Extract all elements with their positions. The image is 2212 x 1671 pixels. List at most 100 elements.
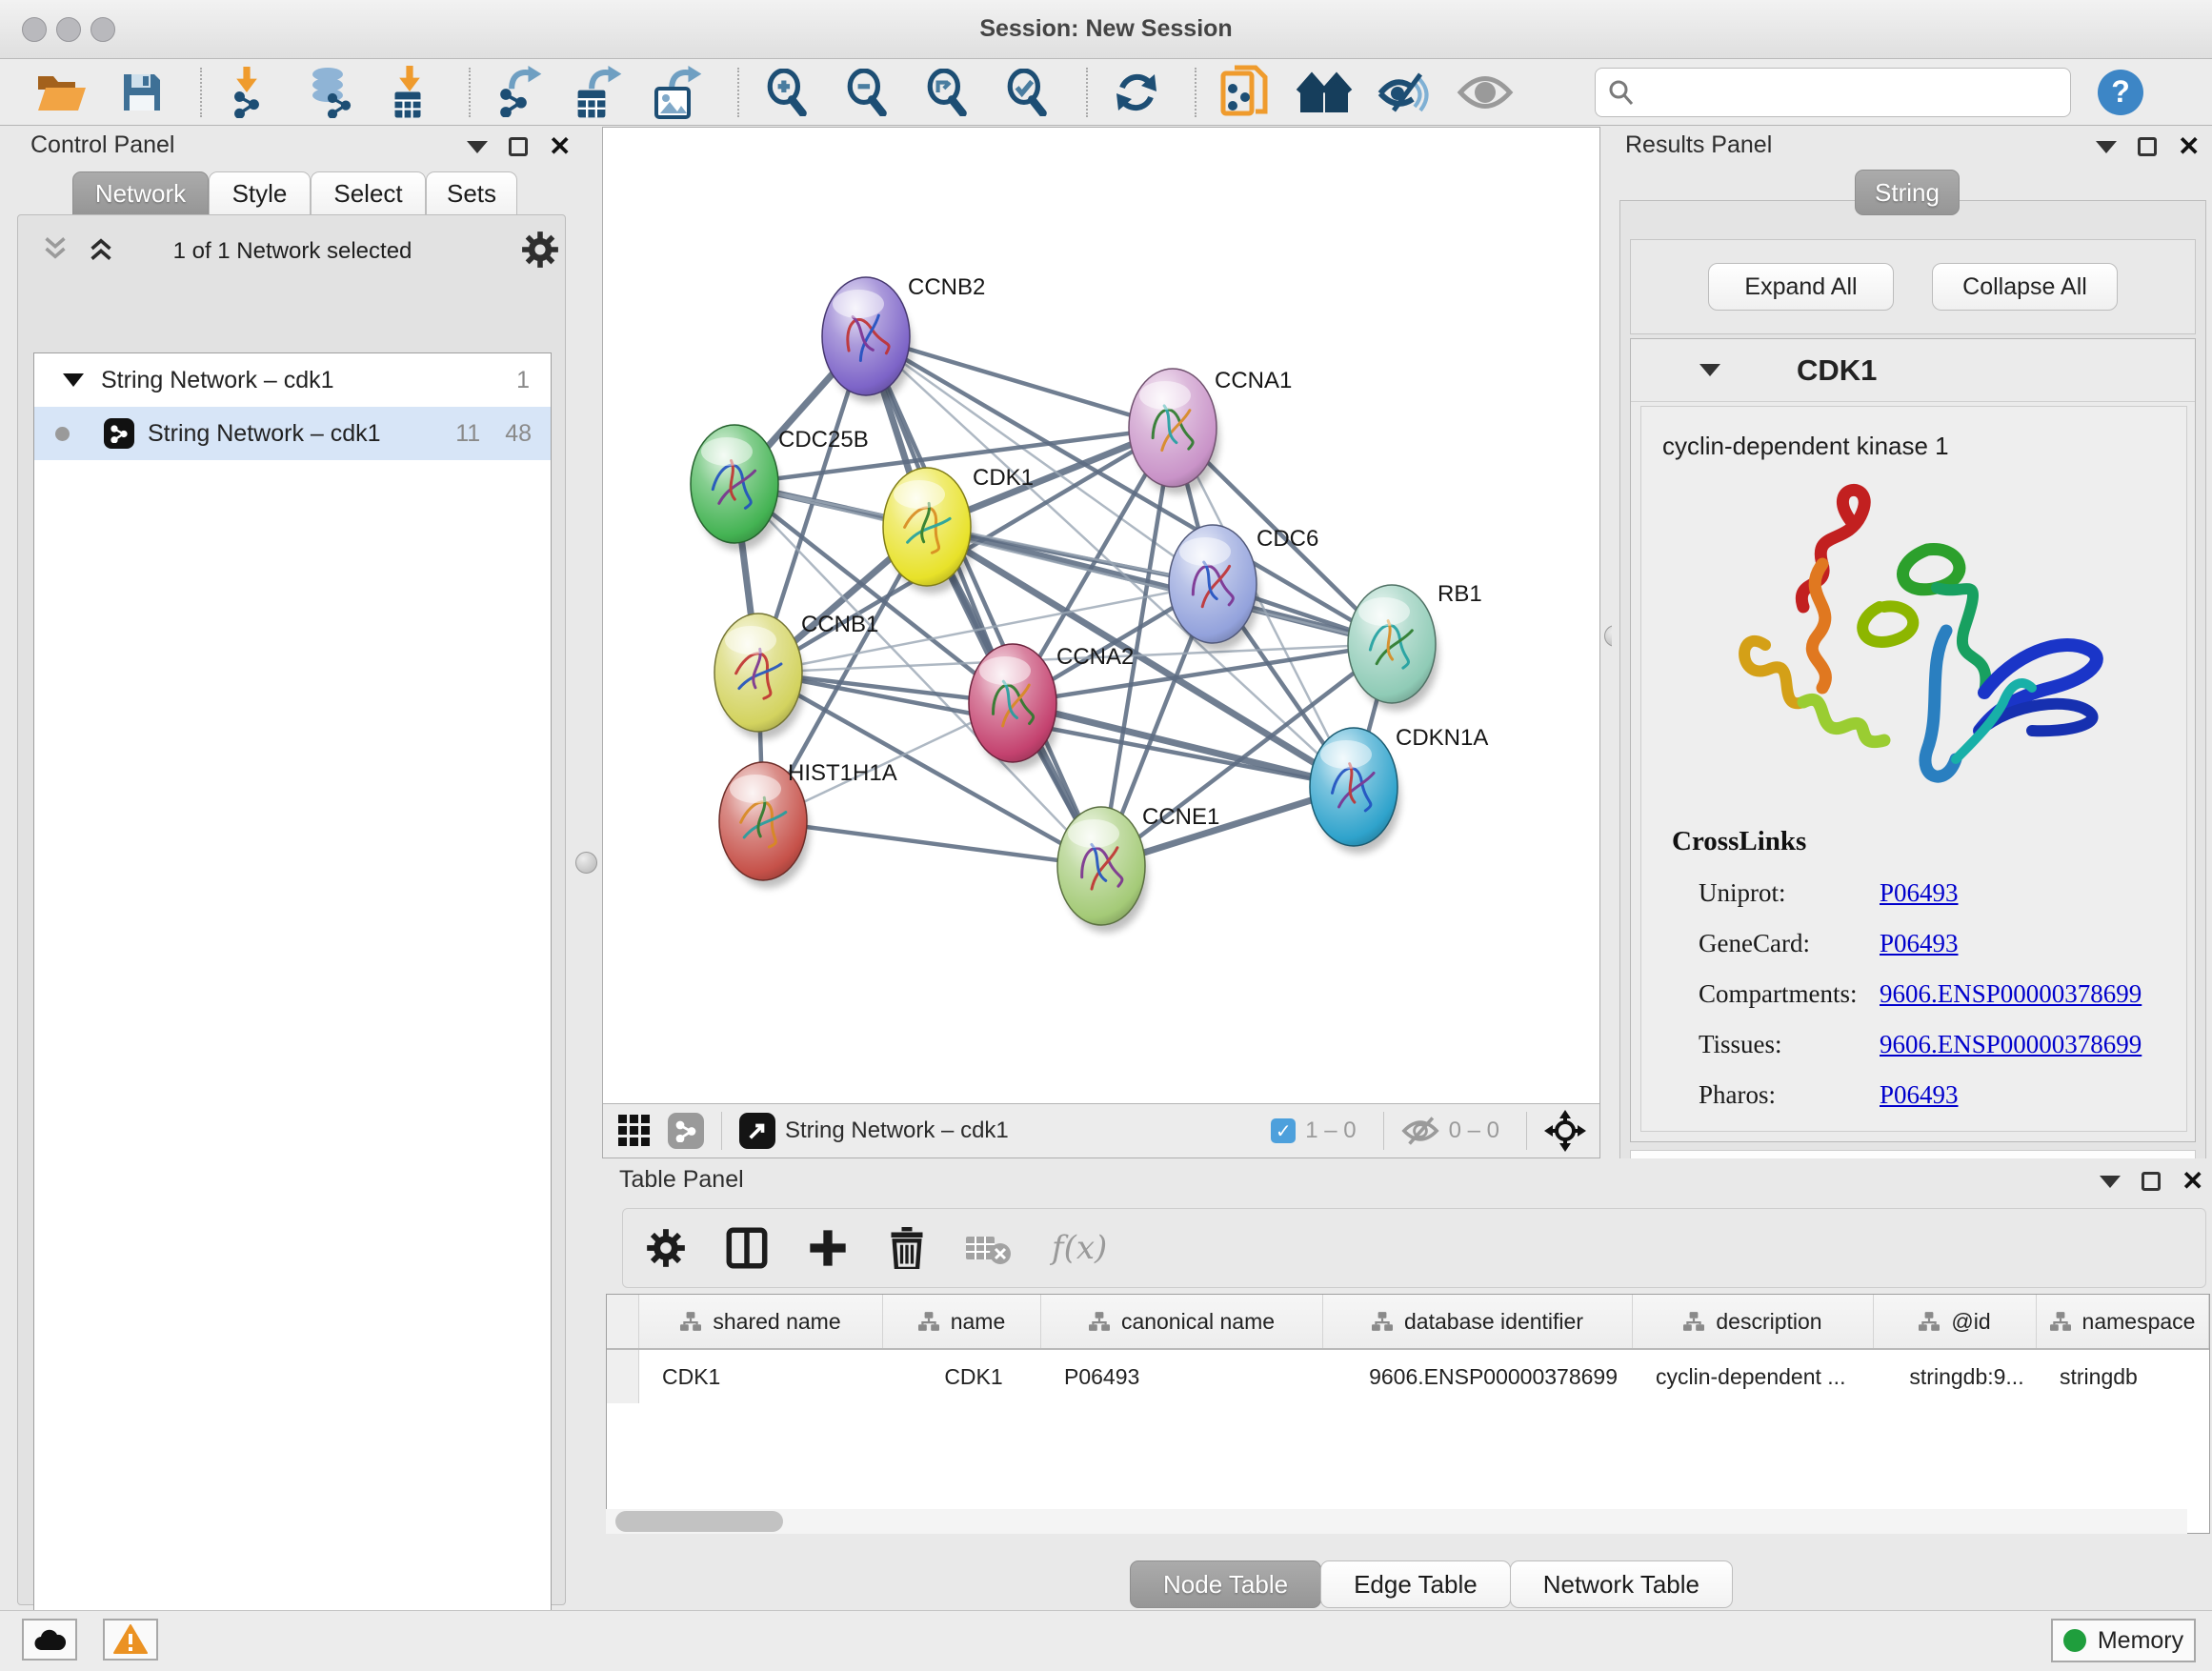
network-node-rb1[interactable] <box>1348 585 1438 711</box>
table-options-gear-icon[interactable] <box>646 1228 686 1268</box>
column-header-namespace[interactable]: namespace <box>2037 1295 2209 1348</box>
scrollbar-thumb[interactable] <box>615 1511 783 1532</box>
crosslink-value[interactable]: 9606.ENSP00000378699 <box>1880 1030 2142 1059</box>
column-header-canonical-name[interactable]: canonical name <box>1041 1295 1323 1348</box>
network-view: CCNB2CCNA1CDC25BCDK1CDC6RB1CCNB1CCNA2CDK… <box>602 127 1600 1158</box>
export-image-icon[interactable] <box>652 65 707 120</box>
table-horizontal-scrollbar[interactable] <box>606 1509 2187 1534</box>
column-header-name[interactable]: name <box>883 1295 1041 1348</box>
network-edges[interactable] <box>734 336 1392 866</box>
table-cell-description[interactable]: cyclin-dependent ... <box>1633 1364 1874 1390</box>
panel-close-icon[interactable]: ✕ <box>2182 1172 2203 1191</box>
panel-float-icon[interactable] <box>2142 1172 2161 1191</box>
export-table-icon[interactable] <box>572 65 627 120</box>
left-splitter-knob[interactable] <box>575 852 597 874</box>
new-network-from-selection-icon[interactable] <box>1217 65 1273 120</box>
panel-float-icon[interactable] <box>2138 137 2157 156</box>
import-network-database-icon[interactable] <box>303 65 358 120</box>
show-all-icon[interactable] <box>1458 65 1513 120</box>
import-table-file-icon[interactable] <box>383 65 438 120</box>
tab-select[interactable]: Select <box>311 171 426 215</box>
crosslink-value[interactable]: P06493 <box>1880 929 1959 958</box>
cdk1-section-header[interactable]: CDK1 <box>1631 339 2195 402</box>
network-edge[interactable] <box>866 336 1101 866</box>
tab-style[interactable]: Style <box>209 171 311 215</box>
memory-button[interactable]: Memory <box>2051 1619 2196 1662</box>
first-neighbors-icon[interactable] <box>1297 65 1353 120</box>
network-node-ccnb2[interactable] <box>822 277 913 403</box>
crosslink-value[interactable]: 9606.ENSP00000378699 <box>1880 979 2142 1009</box>
tab-sets[interactable]: Sets <box>426 171 517 215</box>
edge-count: 48 <box>505 420 532 448</box>
function-builder-icon[interactable]: f(x) <box>1052 1229 1107 1267</box>
column-header-database-identifier[interactable]: database identifier <box>1323 1295 1633 1348</box>
delete-column-trash-icon[interactable] <box>888 1227 926 1269</box>
selected-checkbox-icon[interactable]: ✓ <box>1271 1118 1296 1143</box>
search-input[interactable] <box>1636 79 2055 106</box>
network-options-gear-icon[interactable] <box>521 231 559 273</box>
network-edge[interactable] <box>763 821 1101 866</box>
import-network-file-icon[interactable] <box>223 65 278 120</box>
table-cell-canonical-name[interactable]: P06493 <box>1041 1364 1323 1390</box>
column-header--id[interactable]: @id <box>1874 1295 2037 1348</box>
panel-float-icon[interactable] <box>509 137 528 156</box>
table-cell-namespace[interactable]: stringdb <box>2037 1364 2209 1390</box>
open-in-window-icon[interactable] <box>739 1113 775 1149</box>
tree-expander-icon[interactable] <box>63 373 84 387</box>
expand-all-button[interactable]: Expand All <box>1708 263 1894 311</box>
export-network-icon[interactable] <box>492 65 547 120</box>
delete-table-icon[interactable] <box>966 1231 1012 1265</box>
panel-menu-icon[interactable] <box>467 141 488 153</box>
column-header-description[interactable]: description <box>1633 1295 1874 1348</box>
tab-node-table[interactable]: Node Table <box>1130 1560 1321 1608</box>
table-cell-name[interactable]: CDK1 <box>883 1364 1041 1390</box>
crosslink-value[interactable]: P06493 <box>1880 1080 1959 1110</box>
grid-view-icon[interactable] <box>616 1113 653 1149</box>
panel-close-icon[interactable]: ✕ <box>2178 137 2200 156</box>
search-box[interactable] <box>1595 68 2071 117</box>
panel-menu-icon[interactable] <box>2100 1176 2121 1188</box>
network-node-cdc6[interactable] <box>1169 525 1259 651</box>
collapse-all-button[interactable]: Collapse All <box>1932 263 2118 311</box>
table-cell-database-identifier[interactable]: 9606.ENSP00000378699 <box>1323 1364 1633 1390</box>
zoom-selected-icon[interactable] <box>1000 65 1056 120</box>
table-row[interactable]: CDK1CDK1P064939606.ENSP00000378699cyclin… <box>607 1350 2209 1403</box>
network-node-cdkn1a[interactable] <box>1310 728 1400 854</box>
network-row[interactable]: String Network – cdk1 11 48 <box>34 407 551 460</box>
help-icon[interactable]: ? <box>2098 70 2143 115</box>
table-cell--id[interactable]: stringdb:9... <box>1874 1364 2037 1390</box>
save-session-icon[interactable] <box>114 65 170 120</box>
show-columns-icon[interactable] <box>726 1227 768 1269</box>
table-cell-shared-name[interactable]: CDK1 <box>639 1364 883 1390</box>
panel-menu-icon[interactable] <box>2096 141 2117 153</box>
open-session-icon[interactable] <box>34 65 90 120</box>
crosslink-value[interactable]: P06493 <box>1880 878 1959 908</box>
network-canvas[interactable]: CCNB2CCNA1CDC25BCDK1CDC6RB1CCNB1CCNA2CDK… <box>603 128 1599 1103</box>
section-collapse-icon[interactable] <box>1699 364 1720 376</box>
zoom-fit-icon[interactable] <box>920 65 975 120</box>
left-splitter[interactable] <box>572 126 602 1610</box>
tab-string[interactable]: String <box>1855 170 1960 215</box>
hidden-eye-icon[interactable] <box>1401 1117 1439 1145</box>
warning-status-button[interactable] <box>103 1619 158 1661</box>
refresh-layout-icon[interactable] <box>1109 65 1164 120</box>
tab-network-table[interactable]: Network Table <box>1510 1560 1733 1608</box>
zoom-in-icon[interactable] <box>760 65 815 120</box>
hide-selected-icon[interactable] <box>1377 65 1433 120</box>
create-column-plus-icon[interactable] <box>808 1228 848 1268</box>
birds-eye-view-icon[interactable] <box>1544 1110 1586 1152</box>
zoom-out-icon[interactable] <box>840 65 895 120</box>
panel-close-icon[interactable]: ✕ <box>549 137 571 156</box>
network-node-ccnb1[interactable] <box>714 614 805 739</box>
network-badge-icon[interactable] <box>668 1113 704 1149</box>
network-node-ccne1[interactable] <box>1057 807 1148 933</box>
crosslink-label: Uniprot: <box>1699 878 1880 908</box>
tab-network[interactable]: Network <box>72 171 209 215</box>
network-tree: String Network – cdk1 1 String Network –… <box>33 352 552 1671</box>
network-node-ccna2[interactable] <box>969 644 1059 770</box>
column-header-shared-name[interactable]: shared name <box>639 1295 883 1348</box>
tab-edge-table[interactable]: Edge Table <box>1320 1560 1511 1608</box>
network-collection-row[interactable]: String Network – cdk1 1 <box>34 353 551 407</box>
network-node-cdk1[interactable] <box>883 468 974 594</box>
cloud-status-button[interactable] <box>22 1619 77 1661</box>
